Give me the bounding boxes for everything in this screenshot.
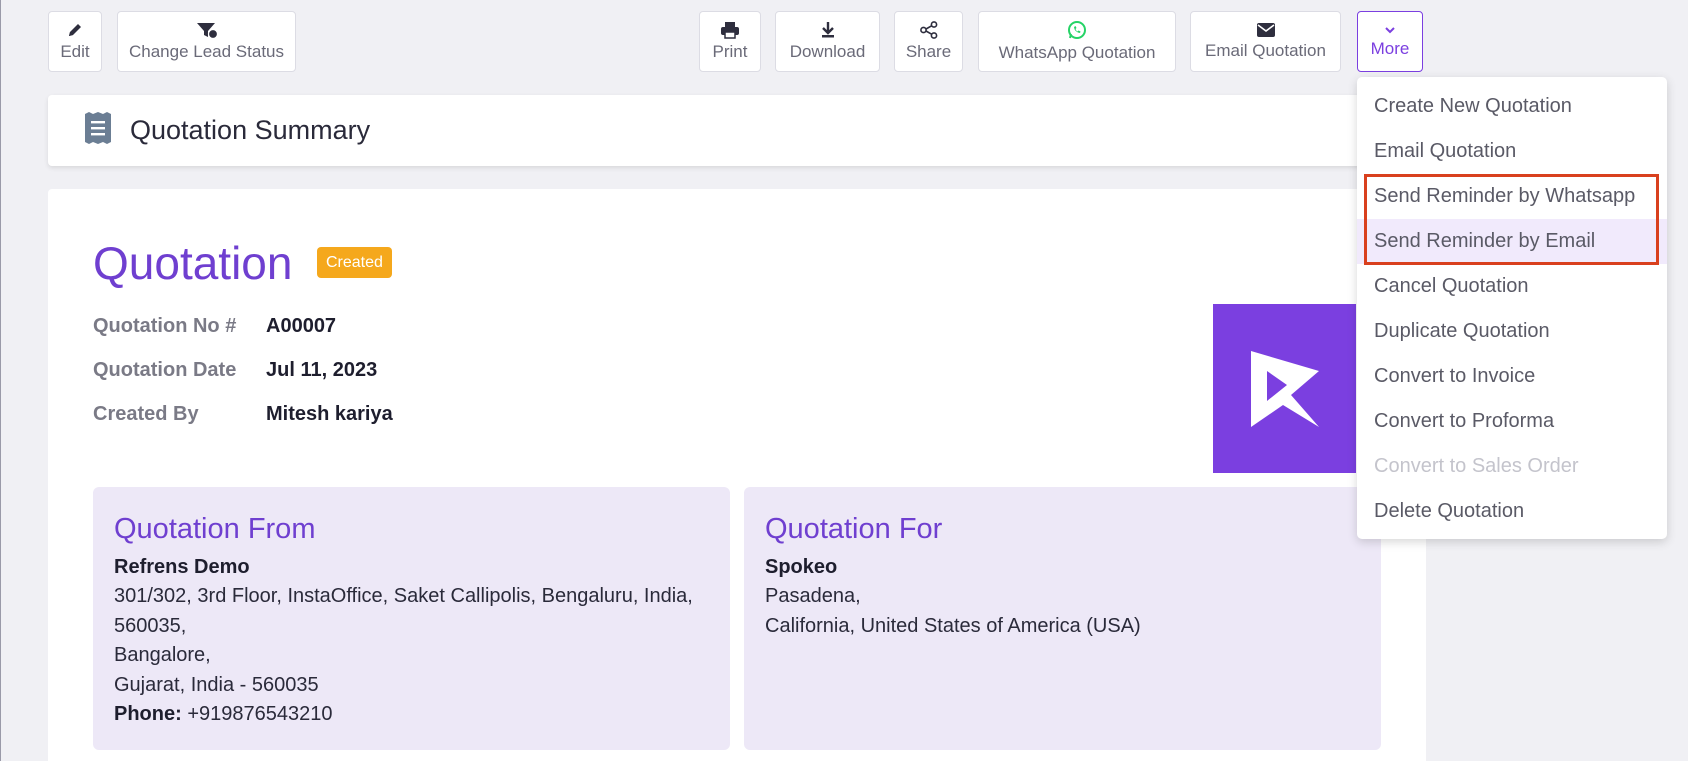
from-address-line: Gujarat, India - 560035: [114, 673, 319, 696]
quotation-date-value: Jul 11, 2023: [266, 359, 378, 381]
for-address-line: Pasadena,: [765, 585, 861, 607]
menu-item-duplicate-quotation[interactable]: Duplicate Quotation: [1357, 309, 1667, 354]
email-quotation-label: Email Quotation: [1205, 41, 1326, 60]
menu-item-convert-to-sales-order: Convert to Sales Order: [1374, 455, 1579, 477]
more-button[interactable]: More: [1357, 11, 1423, 72]
change-lead-status-label: Change Lead Status: [128, 42, 284, 61]
from-address-line: 560035,: [114, 614, 187, 637]
status-badge: Created: [317, 247, 392, 278]
more-label: More: [1370, 39, 1410, 58]
filter-icon: [195, 21, 219, 39]
for-name: Spokeo: [765, 556, 838, 578]
quotation-no-value: A00007: [266, 315, 337, 337]
company-logo: [1213, 304, 1356, 473]
from-address-line: 301/302, 3rd Floor, InstaOffice, Saket C…: [114, 585, 693, 607]
menu-item-delete-quotation[interactable]: Delete Quotation: [1357, 489, 1667, 534]
change-lead-status-button[interactable]: Change Lead Status: [117, 11, 296, 72]
more-menu: Create New Quotation Email Quotation Sen…: [1357, 77, 1667, 539]
for-address-line: California, United States of America (US…: [765, 614, 1141, 637]
share-icon: [919, 21, 939, 39]
share-button[interactable]: Share: [894, 11, 963, 72]
quotation-date-label: Quotation Date: [93, 359, 237, 381]
phone-value: +919876543210: [187, 703, 333, 725]
quotation-for-heading: Quotation For: [765, 513, 943, 545]
menu-item-email-quotation[interactable]: Email Quotation: [1357, 129, 1667, 174]
quotation-title: Quotation: [93, 237, 293, 289]
edit-button[interactable]: Edit: [48, 11, 102, 72]
from-phone: Phone: +919876543210: [114, 700, 709, 730]
phone-label: Phone:: [114, 703, 182, 725]
from-address-line: Bangalore,: [114, 644, 211, 666]
whatsapp-quotation-button[interactable]: WhatsApp Quotation: [978, 11, 1176, 72]
pencil-icon: [66, 21, 84, 39]
receipt-icon: [84, 112, 112, 149]
quotation-from-heading: Quotation From: [114, 513, 316, 545]
print-label: Print: [712, 42, 748, 61]
download-label: Download: [789, 42, 866, 61]
download-button[interactable]: Download: [775, 11, 880, 72]
share-label: Share: [905, 42, 952, 61]
edit-label: Edit: [60, 42, 90, 61]
chevron-down-icon: [1383, 24, 1397, 36]
window-edge: [0, 0, 1, 761]
menu-item-convert-to-proforma[interactable]: Convert to Proforma: [1357, 399, 1667, 444]
download-icon: [819, 21, 837, 39]
menu-item-send-reminder-email[interactable]: Send Reminder by Email: [1357, 219, 1667, 264]
menu-item-create-new-quotation[interactable]: Create New Quotation: [1357, 84, 1667, 129]
envelope-icon: [1256, 22, 1276, 38]
created-by-label: Created By: [93, 403, 199, 425]
quotation-from-box: Quotation From Refrens Demo 301/302, 3rd…: [93, 487, 730, 750]
whatsapp-quotation-label: WhatsApp Quotation: [998, 43, 1156, 62]
created-by-value: Mitesh kariya: [266, 403, 393, 425]
menu-item-send-reminder-whatsapp[interactable]: Send Reminder by Whatsapp: [1357, 174, 1667, 219]
printer-icon: [720, 21, 740, 39]
summary-title: Quotation Summary: [130, 115, 371, 145]
menu-item-cancel-quotation[interactable]: Cancel Quotation: [1357, 264, 1667, 309]
print-button[interactable]: Print: [699, 11, 761, 72]
email-quotation-button[interactable]: Email Quotation: [1190, 11, 1341, 72]
quotation-summary-bar: Quotation Summary: [48, 95, 1420, 166]
quotation-for-box: Quotation For Spokeo Pasadena, Californi…: [744, 487, 1381, 750]
quotation-no-label: Quotation No #: [93, 315, 237, 337]
menu-item-convert-to-invoice[interactable]: Convert to Invoice: [1357, 354, 1667, 399]
whatsapp-icon: [1067, 20, 1087, 40]
from-name: Refrens Demo: [114, 556, 250, 578]
